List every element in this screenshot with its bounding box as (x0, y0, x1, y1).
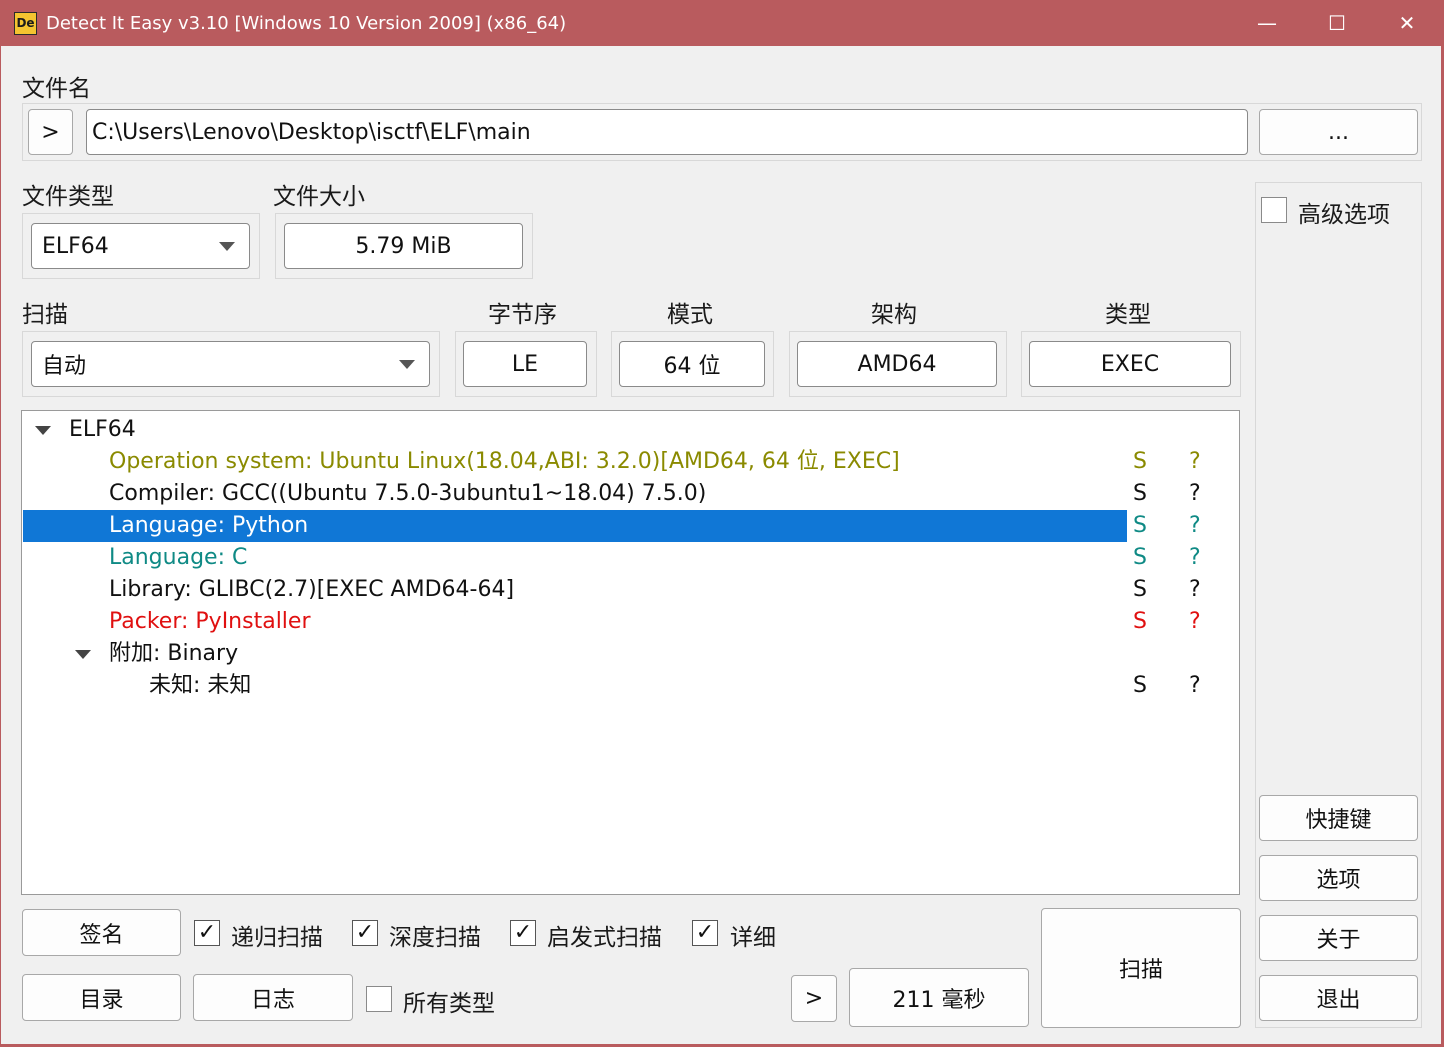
info-link[interactable]: ? (1189, 446, 1201, 478)
recursive-scan-checkbox[interactable]: ✓ (194, 920, 220, 946)
close-button[interactable]: ✕ (1372, 1, 1442, 46)
advanced-checkbox[interactable] (1261, 197, 1287, 223)
result-text: Compiler: GCC((Ubuntu 7.5.0-3ubuntu1~18.… (109, 481, 707, 506)
type-label: 类型 (1105, 302, 1151, 328)
arch-value: AMD64 (797, 341, 997, 387)
file-type-label: 文件类型 (22, 184, 114, 210)
scan-mode-label: 扫描 (22, 302, 68, 328)
deep-scan-label: 深度扫描 (389, 925, 481, 951)
scan-mode-group: 自动 (22, 331, 440, 397)
tree-root-label: ELF64 (69, 417, 136, 442)
mode-group: 64 位 (611, 331, 774, 397)
result-row[interactable]: Compiler: GCC((Ubuntu 7.5.0-3ubuntu1~18.… (22, 478, 1239, 510)
all-types-label: 所有类型 (403, 991, 495, 1017)
file-size-label: 文件大小 (273, 184, 365, 210)
verbose-checkbox[interactable]: ✓ (692, 920, 718, 946)
result-row[interactable]: Language: C S ? (22, 542, 1239, 574)
result-text: 未知: 未知 (149, 673, 252, 698)
file-name-label: 文件名 (22, 76, 91, 102)
heuristic-scan-checkbox[interactable]: ✓ (510, 920, 536, 946)
scan-mode-select[interactable]: 自动 (31, 341, 430, 387)
window-title: Detect It Easy v3.10 [Windows 10 Version… (46, 13, 567, 34)
title-bar: De Detect It Easy v3.10 [Windows 10 Vers… (1, 1, 1443, 46)
directory-button[interactable]: 目录 (22, 974, 181, 1021)
result-text: Library: GLIBC(2.7)[EXEC AMD64-64] (109, 577, 515, 602)
info-link[interactable]: ? (1189, 606, 1201, 638)
collapse-triangle-icon[interactable] (35, 426, 51, 435)
side-panel: 高级选项 快捷键 选项 关于 退出 (1255, 182, 1422, 1028)
log-button[interactable]: 日志 (193, 974, 353, 1021)
exit-button[interactable]: 退出 (1259, 975, 1418, 1021)
result-row[interactable]: Operation system: Ubuntu Linux(18.04,ABI… (22, 446, 1239, 478)
endianness-value: LE (463, 341, 587, 387)
results-tree[interactable]: ELF64 Operation system: Ubuntu Linux(18.… (21, 410, 1240, 895)
file-type-value: ELF64 (42, 233, 109, 259)
maximize-button[interactable]: ☐ (1302, 1, 1372, 46)
tree-subgroup-row[interactable]: 附加: Binary (22, 638, 1239, 670)
mode-value: 64 位 (619, 341, 765, 387)
mode-label: 模式 (667, 302, 713, 328)
heuristic-scan-label: 启发式扫描 (547, 925, 662, 951)
file-size-group: 5.79 MiB (275, 213, 533, 279)
info-link[interactable]: ? (1189, 670, 1201, 702)
app-logo-icon: De (14, 12, 37, 35)
options-button[interactable]: 选项 (1259, 855, 1418, 901)
result-text: Language: Python (109, 513, 309, 538)
signature-link[interactable]: S (1133, 670, 1147, 702)
info-link[interactable]: ? (1189, 478, 1201, 510)
arch-group: AMD64 (789, 331, 1007, 397)
app-window: De Detect It Easy v3.10 [Windows 10 Vers… (0, 0, 1443, 1045)
file-path-input[interactable]: C:\Users\Lenovo\Desktop\isctf\ELF\main (86, 109, 1248, 155)
file-name-group: > C:\Users\Lenovo\Desktop\isctf\ELF\main… (22, 103, 1422, 161)
file-expand-button[interactable]: > (28, 109, 73, 155)
signature-link[interactable]: S (1133, 606, 1147, 638)
signature-button[interactable]: 签名 (22, 909, 181, 956)
file-type-select[interactable]: ELF64 (31, 223, 250, 269)
signature-link[interactable]: S (1133, 478, 1147, 510)
recursive-scan-label: 递归扫描 (231, 925, 323, 951)
minimize-button[interactable]: — (1232, 1, 1302, 46)
chevron-down-icon (219, 242, 235, 251)
arch-label: 架构 (871, 302, 917, 328)
chevron-down-icon (399, 360, 415, 369)
signature-link[interactable]: S (1133, 446, 1147, 478)
result-row[interactable]: Library: GLIBC(2.7)[EXEC AMD64-64] S ? (22, 574, 1239, 606)
result-text: Operation system: Ubuntu Linux(18.04,ABI… (109, 449, 900, 474)
shortcuts-button[interactable]: 快捷键 (1259, 795, 1418, 841)
scan-mode-value: 自动 (42, 354, 87, 379)
result-row[interactable]: Packer: PyInstaller S ? (22, 606, 1239, 638)
info-link[interactable]: ? (1189, 574, 1201, 606)
result-text: Language: C (109, 545, 248, 570)
result-row-selected[interactable]: Language: Python S ? (22, 510, 1239, 542)
type-value: EXEC (1029, 341, 1231, 387)
info-link[interactable]: ? (1189, 510, 1201, 542)
about-button[interactable]: 关于 (1259, 915, 1418, 961)
info-link[interactable]: ? (1189, 542, 1201, 574)
endianness-label: 字节序 (488, 302, 557, 328)
deep-scan-checkbox[interactable]: ✓ (352, 920, 378, 946)
result-row[interactable]: 未知: 未知 S ? (22, 670, 1239, 702)
elapsed-time-display: 211 毫秒 (849, 968, 1029, 1027)
signature-link[interactable]: S (1133, 574, 1147, 606)
tree-root-row[interactable]: ELF64 (22, 414, 1239, 446)
file-type-group: ELF64 (22, 213, 260, 279)
scan-button[interactable]: 扫描 (1041, 908, 1241, 1028)
type-group: EXEC (1021, 331, 1241, 397)
result-text: Packer: PyInstaller (109, 609, 311, 634)
more-button[interactable]: > (791, 975, 837, 1022)
verbose-label: 详细 (730, 925, 776, 951)
all-types-checkbox[interactable] (366, 986, 392, 1012)
browse-button[interactable]: ... (1259, 109, 1418, 155)
collapse-triangle-icon[interactable] (75, 650, 91, 659)
signature-link[interactable]: S (1133, 510, 1147, 542)
signature-link[interactable]: S (1133, 542, 1147, 574)
file-size-value: 5.79 MiB (284, 223, 523, 269)
endianness-group: LE (455, 331, 597, 397)
subgroup-label: 附加: Binary (109, 641, 239, 666)
advanced-label: 高级选项 (1298, 202, 1390, 228)
